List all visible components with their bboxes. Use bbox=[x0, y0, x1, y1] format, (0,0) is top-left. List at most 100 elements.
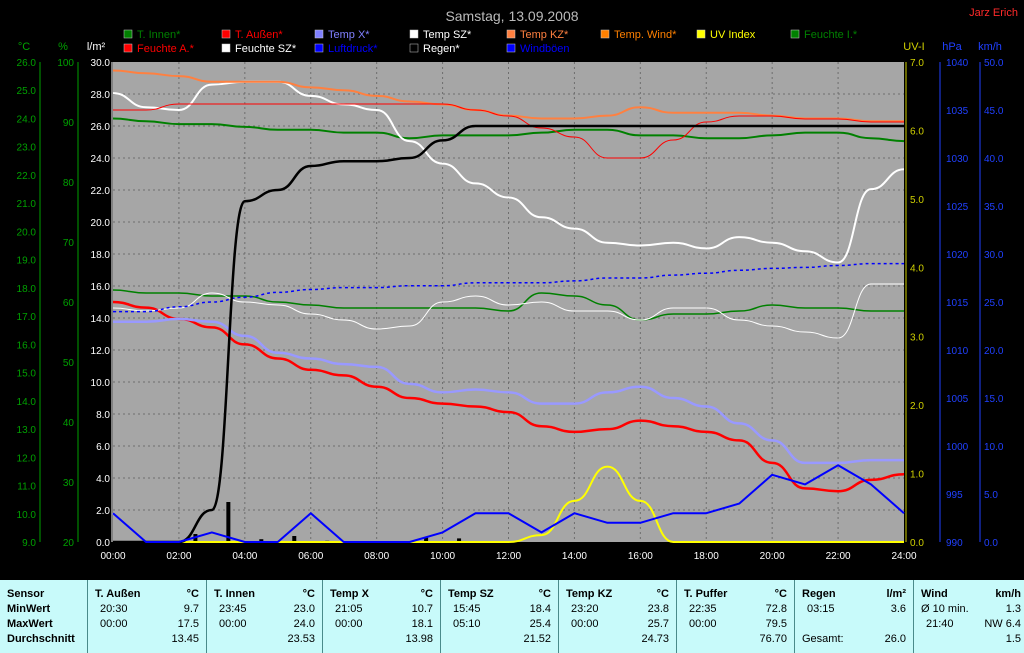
column-unit: °C bbox=[774, 588, 787, 600]
rain-tick-label: 28.0 bbox=[91, 90, 111, 101]
total-label: Gesamt: bbox=[802, 633, 844, 645]
min-time: 22:35 bbox=[689, 603, 717, 615]
total-value: 26.0 bbox=[884, 633, 906, 645]
x-tick-label: 14:00 bbox=[562, 551, 587, 562]
legend-label: UV Index bbox=[710, 29, 756, 41]
avg-value: 21.52 bbox=[523, 633, 551, 645]
uv-tick-label: 1.0 bbox=[910, 469, 924, 480]
temp_c-unit-label: °C bbox=[18, 41, 30, 53]
uv-tick-label: 5.0 bbox=[910, 195, 924, 206]
pressure-tick-label: 1025 bbox=[946, 202, 969, 213]
legend-label: Temp KZ* bbox=[520, 29, 569, 41]
row-label-max: MaxWert bbox=[7, 618, 53, 630]
x-tick-label: 00:00 bbox=[100, 551, 125, 562]
humidity-tick-label: 30 bbox=[63, 478, 75, 489]
humidity-tick-label: 40 bbox=[63, 418, 75, 429]
max-value: 18.1 bbox=[411, 618, 433, 630]
humidity-unit-label: % bbox=[58, 41, 68, 53]
wind-tick-label: 25.0 bbox=[984, 298, 1004, 309]
legend-label: T. Innen* bbox=[137, 29, 181, 41]
chart-title: Samstag, 13.09.2008 bbox=[445, 8, 578, 24]
legend-label: Temp SZ* bbox=[423, 29, 472, 41]
wind-unit-label: km/h bbox=[978, 41, 1002, 53]
column-unit: °C bbox=[420, 588, 433, 600]
pressure-tick-label: 1015 bbox=[946, 298, 969, 309]
wind-tick-label: 10.0 bbox=[984, 442, 1004, 453]
column-name: Temp SZ bbox=[448, 588, 494, 600]
rain-tick-label: 4.0 bbox=[96, 474, 110, 485]
column-name: Wind bbox=[921, 588, 948, 600]
min-time: Ø 10 min. bbox=[921, 603, 969, 615]
temp_c-tick-label: 14.0 bbox=[17, 397, 37, 408]
humidity-tick-label: 60 bbox=[63, 298, 75, 309]
min-value: 10.7 bbox=[411, 603, 433, 615]
rain-unit-label: l/m² bbox=[87, 41, 106, 53]
x-tick-label: 22:00 bbox=[826, 551, 851, 562]
min-time: 15:45 bbox=[453, 603, 481, 615]
pressure-tick-label: 995 bbox=[946, 490, 963, 501]
legend-label: T. Außen* bbox=[235, 29, 283, 41]
avg-value: 76.70 bbox=[759, 633, 787, 645]
pressure-unit-label: hPa bbox=[942, 41, 962, 53]
humidity-tick-label: 50 bbox=[63, 358, 75, 369]
statistics-table: Sensor MinWert MaxWert Durchschnitt T. A… bbox=[0, 580, 1024, 653]
column-name: Temp X bbox=[330, 588, 369, 600]
rain-tick-label: 8.0 bbox=[96, 410, 110, 421]
x-tick-label: 02:00 bbox=[166, 551, 191, 562]
column-unit: km/h bbox=[995, 588, 1021, 600]
uv-tick-label: 7.0 bbox=[910, 58, 924, 69]
pressure-tick-label: 1040 bbox=[946, 58, 969, 69]
legend-label: Temp. Wind* bbox=[614, 29, 677, 41]
stats-column-t-aussen: T. Außen °C 20:30 9.7 00:00 17.5 13.45 bbox=[87, 580, 206, 653]
column-name: T. Puffer bbox=[684, 588, 728, 600]
column-name: T. Innen bbox=[214, 588, 255, 600]
legend-swatch bbox=[123, 29, 133, 39]
legend-swatch bbox=[600, 29, 610, 39]
min-value: 9.7 bbox=[183, 603, 199, 615]
rain-tick-label: 26.0 bbox=[91, 122, 111, 133]
max-time: 21:40 bbox=[926, 618, 954, 630]
avg-value: 1.5 bbox=[1005, 633, 1021, 645]
temp_c-tick-label: 10.0 bbox=[17, 510, 37, 521]
pressure-tick-label: 1035 bbox=[946, 106, 969, 117]
legend-swatch bbox=[790, 29, 800, 39]
temp_c-tick-label: 26.0 bbox=[17, 58, 37, 69]
x-tick-label: 16:00 bbox=[628, 551, 653, 562]
legend-swatch bbox=[409, 43, 419, 53]
max-value: NW 6.4 bbox=[984, 618, 1021, 630]
legend-label: Windböen bbox=[520, 43, 570, 55]
wind-tick-label: 20.0 bbox=[984, 346, 1004, 357]
avg-value: 13.98 bbox=[405, 633, 433, 645]
max-value: 25.7 bbox=[647, 618, 669, 630]
row-label-avg: Durchschnitt bbox=[7, 633, 75, 645]
humidity-tick-label: 100 bbox=[57, 58, 74, 69]
humidity-tick-label: 20 bbox=[63, 538, 75, 549]
legend-swatch bbox=[123, 43, 133, 53]
avg-value: 23.53 bbox=[287, 633, 315, 645]
stats-column-temp-x: Temp X °C 21:05 10.7 00:00 18.1 13.98 bbox=[322, 580, 440, 653]
rain-tick-label: 24.0 bbox=[91, 154, 111, 165]
x-tick-label: 24:00 bbox=[891, 551, 916, 562]
max-value: 25.4 bbox=[529, 618, 551, 630]
rain-tick-label: 6.0 bbox=[96, 442, 110, 453]
row-label-sensor: Sensor bbox=[7, 588, 45, 600]
legend-swatch bbox=[696, 29, 706, 39]
row-labels: Sensor MinWert MaxWert Durchschnitt bbox=[0, 580, 87, 653]
max-time: 00:00 bbox=[219, 618, 247, 630]
uv-unit-label: UV-I bbox=[903, 41, 924, 53]
pressure-tick-label: 1005 bbox=[946, 394, 969, 405]
pressure-tick-label: 990 bbox=[946, 538, 963, 549]
stats-column-t-innen: T. Innen °C 23:45 23.0 00:00 24.0 23.53 bbox=[206, 580, 322, 653]
temp_c-tick-label: 15.0 bbox=[17, 369, 37, 380]
temp_c-tick-label: 25.0 bbox=[17, 86, 37, 97]
temp_c-tick-label: 13.0 bbox=[17, 425, 37, 436]
legend-swatch bbox=[314, 43, 324, 53]
rain-tick-label: 0.0 bbox=[96, 538, 110, 549]
wind-tick-label: 35.0 bbox=[984, 202, 1004, 213]
x-tick-label: 06:00 bbox=[298, 551, 323, 562]
temp_c-tick-label: 19.0 bbox=[17, 256, 37, 267]
temp_c-tick-label: 23.0 bbox=[17, 143, 37, 154]
rain-tick-label: 20.0 bbox=[91, 218, 111, 229]
wind-tick-label: 50.0 bbox=[984, 58, 1004, 69]
uv-tick-label: 0.0 bbox=[910, 538, 924, 549]
